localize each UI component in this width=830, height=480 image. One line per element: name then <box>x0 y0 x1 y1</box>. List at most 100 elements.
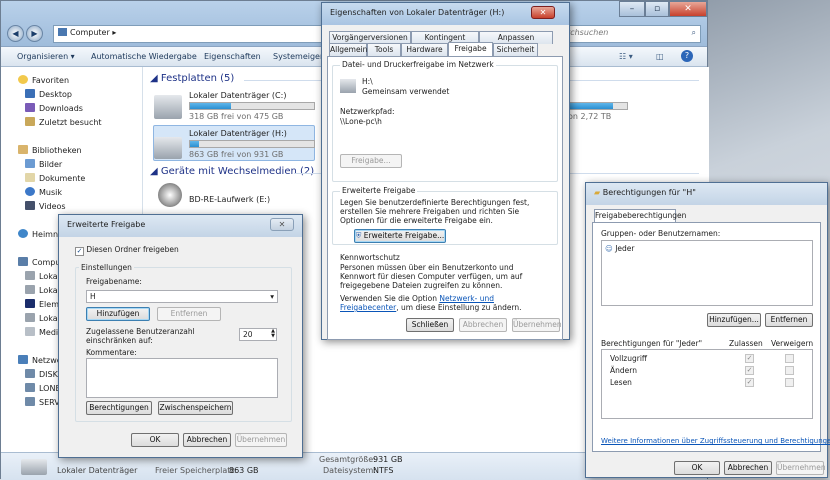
cancel-button[interactable]: Abbrechen <box>183 433 231 447</box>
tab-security[interactable]: Sicherheit <box>493 43 538 56</box>
drive-right-usage-fill <box>569 103 613 109</box>
allow-checkbox[interactable]: ✓ <box>745 378 754 387</box>
network-path-label: Netzwerkpfad: <box>340 107 395 116</box>
nav-documents-label: Dokumente <box>39 174 86 183</box>
settings-heading: Einstellungen <box>79 263 134 272</box>
nav-favorites[interactable]: Favoriten <box>18 75 69 85</box>
network-path-value: \\Lone-pc\h <box>340 117 382 126</box>
advanced-sharing-titlebar: Erweiterte Freigabe <box>59 215 302 237</box>
caching-button[interactable]: Zwischenspeichern <box>158 401 233 415</box>
tab-share-permissions[interactable]: Freigabeberechtigungen <box>594 209 686 223</box>
nav-pictures[interactable]: Bilder <box>25 159 62 169</box>
organize-menu[interactable]: Organisieren ▾ <box>17 52 75 61</box>
nav-homegroup[interactable]: Heimne <box>18 229 63 239</box>
cancel-button[interactable]: Abbrechen <box>459 318 507 332</box>
forward-button[interactable]: ▶ <box>26 25 43 42</box>
status-drive-name: Lokaler Datenträger <box>57 466 138 475</box>
deny-checkbox[interactable] <box>785 366 794 375</box>
permissions-list: Vollzugriff ✓ Ändern ✓ Lesen ✓ <box>601 349 813 419</box>
drive-c-icon <box>154 95 182 119</box>
minimize-button[interactable]: – <box>619 1 645 17</box>
share-name: H:\ <box>362 77 373 86</box>
comments-textarea[interactable] <box>86 358 278 398</box>
nav-recent[interactable]: Zuletzt besucht <box>25 117 102 127</box>
close-button[interactable]: ✕ <box>669 1 707 17</box>
drive-h-name[interactable]: Lokaler Datenträger (H:) <box>189 129 287 138</box>
spinner-arrows-icon[interactable]: ▲ ▼ <box>271 329 275 339</box>
properties-close-button[interactable]: ✕ <box>531 6 555 19</box>
tab-hardware[interactable]: Hardware <box>401 43 448 56</box>
apply-button[interactable]: Übernehmen <box>235 433 287 447</box>
nav-libraries[interactable]: Bibliotheken <box>18 145 82 155</box>
nav-network[interactable]: Netzwe <box>18 355 62 365</box>
removable-group-header[interactable]: ◢ Geräte mit Wechselmedien (2) <box>150 166 314 177</box>
permissions-titlebar: ▰ Berechtigungen für "H" <box>586 183 827 205</box>
allow-checkbox[interactable]: ✓ <box>745 366 754 375</box>
nav-computer[interactable]: Compu <box>18 257 60 267</box>
share-folder-checkbox[interactable]: ✓ <box>75 247 84 256</box>
remove-share-button[interactable]: Entfernen <box>157 307 221 321</box>
tab-tools[interactable]: Tools <box>367 43 401 56</box>
allow-checkbox[interactable]: ✓ <box>745 354 754 363</box>
users-list[interactable]: ☺ Jeder <box>601 240 813 306</box>
permissions-panel: Gruppen- oder Benutzernamen: ☺ Jeder Hin… <box>592 222 830 452</box>
drive-h-free: 863 GB frei von 931 GB <box>189 150 284 159</box>
desktop-icon <box>25 89 35 98</box>
add-share-button[interactable]: Hinzufügen <box>86 307 150 321</box>
media-drive-icon <box>25 327 35 336</box>
ok-button[interactable]: OK <box>674 461 720 475</box>
bd-drive-icon <box>158 183 182 207</box>
hdd-group-header[interactable]: ◢ Festplatten (5) <box>150 73 234 84</box>
nav-libraries-label: Bibliotheken <box>32 146 82 155</box>
permissions-button[interactable]: Berechtigungen <box>86 401 152 415</box>
list-item[interactable]: ☺ Jeder <box>605 244 635 253</box>
password-hint-pre: Verwenden Sie die Option <box>340 294 440 303</box>
nav-music[interactable]: Musik <box>25 187 62 197</box>
sharename-select[interactable]: H ▾ <box>86 290 278 303</box>
permissions-title: Berechtigungen für "H" <box>602 188 696 197</box>
advanced-sharing-title: Erweiterte Freigabe <box>67 220 146 229</box>
drive-c-name[interactable]: Lokaler Datenträger (C:) <box>189 91 286 100</box>
cancel-button[interactable]: Abbrechen <box>724 461 772 475</box>
close-dialog-button[interactable]: Schließen <box>406 318 454 332</box>
search-icon: ⌕ <box>691 28 696 37</box>
user-limit-stepper[interactable]: 20 ▲ ▼ <box>239 328 277 341</box>
add-user-button[interactable]: Hinzufügen... <box>707 313 761 327</box>
ok-button[interactable]: OK <box>131 433 179 447</box>
tab-general[interactable]: Allgemein <box>329 43 367 56</box>
drive-bd-name[interactable]: BD-RE-Laufwerk (E:) <box>189 195 270 204</box>
network-computer-icon <box>25 383 35 392</box>
autoplay-command[interactable]: Automatische Wiedergabe <box>91 52 197 61</box>
share-folder-row[interactable]: ✓ Diesen Ordner freigeben <box>75 245 179 256</box>
access-control-help-link[interactable]: Weitere Informationen über Zugriffssteue… <box>601 437 830 445</box>
folder-icon: ▰ <box>594 188 601 197</box>
drive-c-free: 318 GB frei von 475 GB <box>189 112 284 121</box>
permissions-body: Freigabeberechtigungen Gruppen- oder Ben… <box>586 205 830 477</box>
share-button[interactable]: Freigabe... <box>340 154 402 168</box>
maximize-button[interactable]: ▫ <box>645 1 669 17</box>
advanced-share-button[interactable]: ⛨ Erweiterte Freigabe... <box>354 229 446 243</box>
shared-drive-icon <box>340 79 356 93</box>
recent-places-icon <box>25 117 35 126</box>
tab-sharing[interactable]: Freigabe <box>448 42 493 56</box>
drive-h-icon <box>154 137 182 159</box>
advanced-close-button[interactable]: ✕ <box>270 218 294 231</box>
status-free-value: 863 GB <box>229 466 259 475</box>
apply-button[interactable]: Übernehmen <box>776 461 826 475</box>
nav-documents[interactable]: Dokumente <box>25 173 85 183</box>
deny-checkbox[interactable] <box>785 378 794 387</box>
preview-pane-icon[interactable]: ◫ <box>656 52 664 61</box>
nav-desktop[interactable]: Desktop <box>25 89 72 99</box>
apply-button[interactable]: Übernehmen <box>512 318 562 332</box>
back-button[interactable]: ◀ <box>7 25 24 42</box>
help-icon[interactable]: ? <box>681 50 693 62</box>
nav-network-2[interactable]: LONE <box>25 383 61 393</box>
view-options-icon[interactable]: ☷ ▾ <box>619 52 633 61</box>
nav-downloads[interactable]: Downloads <box>25 103 83 113</box>
deny-checkbox[interactable] <box>785 354 794 363</box>
advanced-share-button-label: Erweiterte Freigabe... <box>363 231 445 240</box>
properties-command[interactable]: Eigenschaften <box>204 52 261 61</box>
remove-user-button[interactable]: Entfernen <box>765 313 813 327</box>
table-row: Lesen ✓ <box>602 377 812 388</box>
nav-videos[interactable]: Videos <box>25 201 66 211</box>
